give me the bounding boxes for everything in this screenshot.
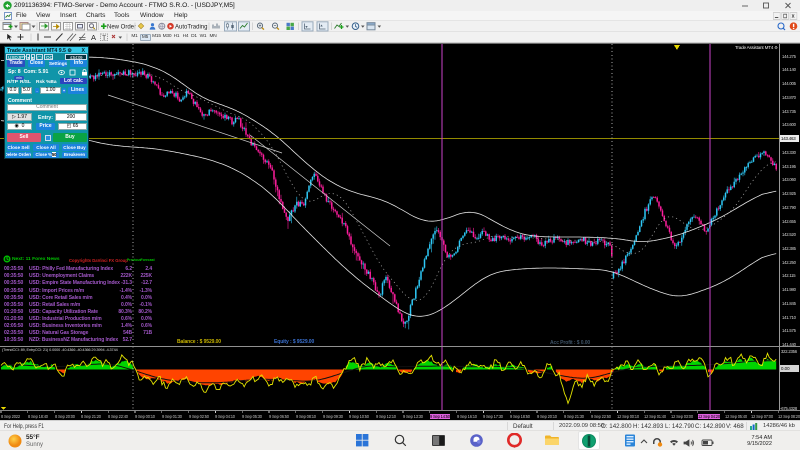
svg-text:AutoTrading: AutoTrading — [175, 24, 207, 30]
svg-text:T: T — [102, 36, 106, 42]
svg-text:New Order: New Order — [107, 24, 136, 30]
svg-text:A: A — [91, 33, 96, 42]
